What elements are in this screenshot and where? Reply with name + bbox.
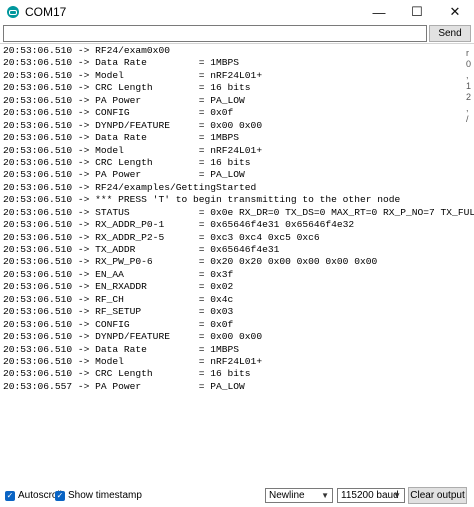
serial-line: 20:53:06.557 -> PA Power = PA_LOW: [3, 380, 245, 392]
window-controls: — ☐ ✕: [360, 0, 474, 24]
show-timestamp-checkbox[interactable]: ✓ Show timestamp: [55, 490, 142, 501]
serial-input[interactable]: [3, 25, 427, 42]
line-ending-select[interactable]: Newline ▼: [265, 488, 333, 503]
serial-line: 20:53:06.510 -> RX_ADDR_P2-5 = 0xc3 0xc4…: [3, 231, 320, 243]
serial-line: 20:53:06.510 -> Model = nRF24L01+: [3, 69, 263, 81]
serial-line: 20:53:06.510 -> CONFIG = 0x0f: [3, 318, 234, 330]
serial-line: 20:53:06.510 -> DYNPD/FEATURE = 0x00 0x0…: [3, 119, 263, 131]
clipped-character: ,: [466, 70, 469, 80]
serial-line: 20:53:06.510 -> RX_ADDR_P0-1 = 0x65646f4…: [3, 219, 355, 231]
serial-line: 20:53:06.510 -> CRC Length = 16 bits: [3, 156, 251, 168]
serial-line: 20:53:06.510 -> Data Rate = 1MBPS: [3, 132, 240, 144]
serial-output[interactable]: 20:53:06.510 -> RF24/exam0x00 20:53:06.51…: [0, 43, 474, 479]
line-ending-value: Newline: [269, 490, 305, 501]
serial-line: 20:53:06.510 -> Model = nRF24L01+: [3, 355, 263, 367]
serial-line: 20:53:06.510 -> RF_CH = 0x4c: [3, 293, 234, 305]
serial-line: 20:53:06.510 -> STATUS = 0x0e RX_DR=0 TX…: [3, 206, 474, 218]
serial-line: 20:53:06.510 -> RF24/examples/GettingSta…: [3, 181, 257, 193]
serial-line: 20:53:06.510 -> Model = nRF24L01+: [3, 144, 263, 156]
serial-line: 20:53:06.510 -> RX_PW_P0-6 = 0x20 0x20 0…: [3, 256, 378, 268]
close-button[interactable]: ✕: [436, 0, 474, 24]
show-timestamp-label: Show timestamp: [68, 490, 142, 501]
clipped-character: 2: [466, 92, 472, 102]
clipped-background-text: r 0, 1 2, /: [466, 48, 471, 125]
baud-rate-select[interactable]: 115200 baud ▼: [337, 488, 405, 503]
maximize-button[interactable]: ☐: [398, 0, 436, 24]
clipped-character: ,: [466, 103, 469, 113]
serial-line: 20:53:06.510 -> PA Power = PA_LOW: [3, 169, 245, 181]
serial-line: 20:53:06.510 -> TX_ADDR = 0x65646f4e31: [3, 244, 280, 255]
serial-output-lines: 20:53:06.510 -> RF24/exam0x00 20:53:06.51…: [3, 45, 474, 393]
checkmark-icon: ✓: [55, 490, 65, 501]
clear-output-button[interactable]: Clear output: [408, 487, 467, 504]
serial-line: 20:53:06.510 -> Data Rate = 1MBPS: [3, 343, 240, 355]
send-row: Send: [3, 25, 471, 42]
autoscroll-checkbox[interactable]: ✓ Autoscroll: [5, 490, 62, 501]
clipped-character: /: [466, 114, 469, 124]
serial-line: 20:53:06.510 -> EN_AA = 0x3f: [3, 268, 234, 280]
baud-rate-value: 115200 baud: [341, 490, 399, 501]
serial-line: 20:53:06.510 -> *** PRESS 'T' to begin t…: [3, 194, 401, 206]
clipped-character: r: [466, 48, 469, 58]
serial-line: 20:53:06.510 -> CRC Length = 16 bits: [3, 82, 251, 94]
serial-line: 20:53:06.510 -> EN_RXADDR = 0x02: [3, 281, 234, 293]
serial-line: 20:53:06.510 -> CRC Length = 16 bits: [3, 368, 251, 380]
title-bar: COM17 — ☐ ✕: [0, 0, 474, 24]
window-title: COM17: [25, 5, 67, 19]
serial-line: 20:53:06.510 -> RF24/exam0x00: [3, 45, 170, 56]
serial-line: 20:53:06.510 -> DYNPD/FEATURE = 0x00 0x0…: [3, 331, 263, 343]
arduino-app-icon: [7, 6, 19, 18]
serial-line: 20:53:06.510 -> CONFIG = 0x0f: [3, 107, 234, 119]
checkmark-icon: ✓: [5, 490, 15, 501]
bottom-bar: ✓ Autoscroll ✓ Show timestamp Newline ▼ …: [0, 484, 474, 507]
serial-line: 20:53:06.510 -> Data Rate = 1MBPS: [3, 57, 240, 69]
send-button[interactable]: Send: [429, 25, 471, 42]
serial-line: 20:53:06.510 -> PA Power = PA_LOW: [3, 94, 245, 106]
clipped-character: 0: [466, 59, 472, 69]
serial-line: 20:53:06.510 -> RF_SETUP = 0x03: [3, 306, 234, 318]
clipped-character: 1: [466, 81, 472, 91]
minimize-button[interactable]: —: [360, 0, 398, 24]
chevron-down-icon: ▼: [393, 491, 401, 500]
chevron-down-icon: ▼: [321, 491, 329, 500]
